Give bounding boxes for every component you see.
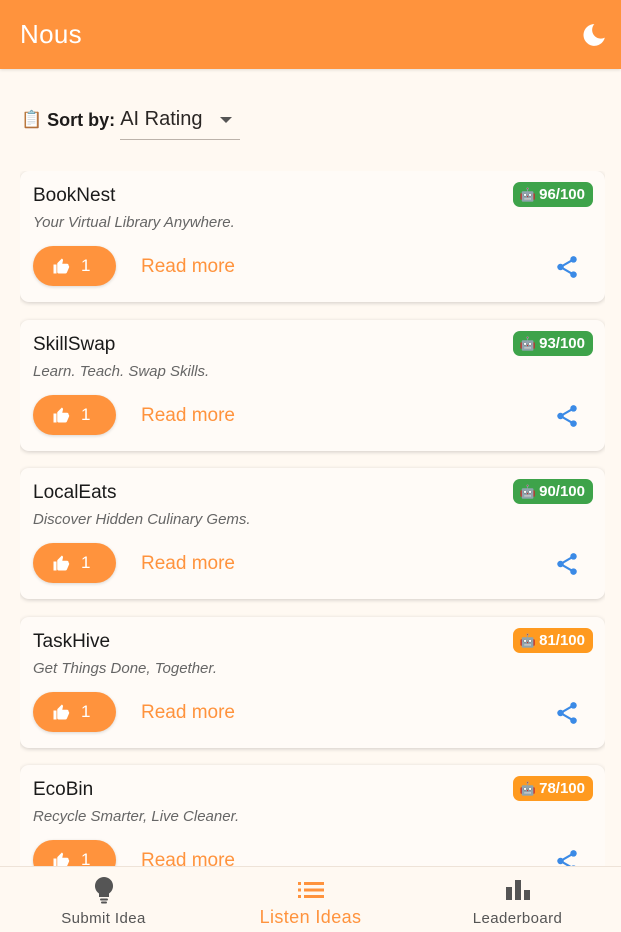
robot-icon: 🤖 [519, 186, 537, 202]
upvote-button[interactable]: 1 [33, 543, 116, 583]
sort-row: 📋 Sort by: AI Rating [21, 100, 241, 140]
vote-count: 1 [81, 256, 91, 275]
robot-icon: 🤖 [519, 632, 537, 648]
share-icon[interactable] [553, 699, 581, 727]
ai-rating-value: 81/100 [539, 632, 585, 649]
nav-leaderboard[interactable]: Leaderboard [414, 867, 621, 932]
nav-label: Submit Idea [61, 910, 146, 927]
ideas-list[interactable]: BookNest 🤖 96/100 Your Virtual Library A… [20, 171, 605, 866]
idea-tagline: Recycle Smarter, Live Cleaner. [33, 808, 240, 825]
idea-card[interactable]: SkillSwap 🤖 93/100 Learn. Teach. Swap Sk… [20, 320, 605, 451]
idea-title: SkillSwap [33, 334, 116, 355]
vote-count: 1 [81, 850, 91, 866]
clipboard-icon: 📋 [21, 110, 43, 129]
vote-count: 1 [81, 405, 91, 424]
ai-rating-value: 93/100 [539, 335, 585, 352]
app-bar: Nous [0, 0, 621, 69]
upvote-button[interactable]: 1 [33, 840, 116, 866]
read-more-link[interactable]: Read more [141, 702, 235, 724]
vote-count: 1 [81, 702, 91, 721]
idea-tagline: Your Virtual Library Anywhere. [33, 214, 235, 231]
thumbs-up-icon [53, 407, 70, 423]
read-more-link[interactable]: Read more [141, 405, 235, 427]
vote-count: 1 [81, 553, 91, 572]
nav-label: Listen Ideas [259, 907, 362, 927]
idea-title: BookNest [33, 185, 116, 206]
upvote-button[interactable]: 1 [33, 692, 116, 732]
robot-icon: 🤖 [519, 335, 537, 351]
lightbulb-icon [93, 875, 115, 905]
ai-rating-value: 90/100 [539, 483, 585, 500]
ai-rating-badge: 🤖 78/100 [512, 776, 593, 801]
sort-label: Sort by: [47, 109, 116, 130]
ai-rating-value: 96/100 [539, 186, 585, 203]
nav-submit-idea[interactable]: Submit Idea [0, 867, 207, 932]
share-icon[interactable] [553, 847, 581, 866]
ai-rating-value: 78/100 [539, 780, 585, 797]
idea-title: TaskHive [33, 631, 111, 652]
idea-tagline: Get Things Done, Together. [33, 660, 217, 677]
ai-rating-badge: 🤖 81/100 [512, 628, 593, 653]
idea-card[interactable]: BookNest 🤖 96/100 Your Virtual Library A… [20, 171, 605, 302]
upvote-button[interactable]: 1 [33, 395, 116, 435]
sort-dropdown[interactable]: AI Rating [120, 100, 241, 140]
robot-icon: 🤖 [519, 780, 537, 796]
ai-rating-badge: 🤖 96/100 [512, 182, 593, 207]
thumbs-up-icon [53, 555, 70, 571]
idea-card[interactable]: TaskHive 🤖 81/100 Get Things Done, Toget… [20, 617, 605, 748]
sort-selected-value: AI Rating [120, 108, 203, 130]
ai-rating-badge: 🤖 93/100 [512, 331, 593, 356]
upvote-button[interactable]: 1 [33, 246, 116, 286]
nav-listen-ideas[interactable]: Listen Ideas [207, 867, 414, 932]
idea-card[interactable]: LocalEats 🤖 90/100 Discover Hidden Culin… [20, 468, 605, 599]
list-icon [297, 875, 324, 905]
idea-tagline: Learn. Teach. Swap Skills. [33, 363, 210, 380]
bottom-navigation: Submit Idea Listen Ideas Leaderboard [0, 866, 621, 932]
thumbs-up-icon [53, 852, 70, 866]
idea-tagline: Discover Hidden Culinary Gems. [33, 511, 251, 528]
read-more-link[interactable]: Read more [141, 256, 235, 278]
share-icon[interactable] [553, 253, 581, 281]
idea-title: EcoBin [33, 779, 94, 800]
moon-icon[interactable] [577, 18, 611, 52]
read-more-link[interactable]: Read more [141, 553, 235, 575]
share-icon[interactable] [553, 402, 581, 430]
app-title: Nous [20, 19, 82, 49]
share-icon[interactable] [553, 550, 581, 578]
idea-card[interactable]: EcoBin 🤖 78/100 Recycle Smarter, Live Cl… [20, 765, 605, 866]
idea-title: LocalEats [33, 482, 117, 503]
bar-chart-icon [505, 875, 531, 905]
dropdown-arrow-icon [220, 116, 233, 123]
thumbs-up-icon [53, 704, 70, 720]
ai-rating-badge: 🤖 90/100 [512, 479, 593, 504]
read-more-link[interactable]: Read more [141, 850, 235, 866]
thumbs-up-icon [53, 258, 70, 274]
robot-icon: 🤖 [519, 483, 537, 499]
nav-label: Leaderboard [472, 910, 563, 927]
